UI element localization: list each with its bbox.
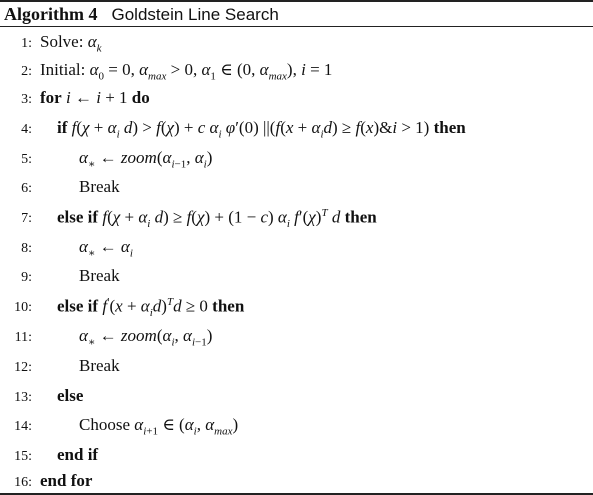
line-number: 10: [14,300,32,315]
line-content: Break [79,177,120,196]
line-number: 8: [21,241,32,256]
line-number: 5: [21,152,32,167]
top-rule [0,0,593,2]
line-number: 9: [21,270,32,285]
line-number: 14: [14,419,32,434]
line-content: for i ← i + 1 do [40,88,150,107]
line-content: end if [57,445,99,464]
line-number: 3: [21,92,32,107]
algorithm-label: Algorithm 4 [4,4,98,24]
line-content: Break [79,356,120,375]
line-number: 12: [14,360,32,375]
line-content: α∗ ← zoom(αi, αi−1) [79,326,213,349]
algorithm-caption: Algorithm 4 Goldstein Line Search [4,3,279,26]
line-content: α∗ ← zoom(αi−1, αi) [79,148,213,171]
algorithm-title: Goldstein Line Search [111,5,279,24]
line-number: 15: [14,449,32,464]
line-number: 6: [21,181,32,196]
line-content: α∗ ← αi [79,237,133,260]
line-number: 7: [21,211,32,226]
line-content: Choose αi+1 ∈ (αi, αmax) [79,415,239,438]
line-content: else [57,386,84,405]
line-number: 16: [14,475,32,490]
line-content: Initial: α0 = 0, αmax > 0, α1 ∈ (0, αmax… [40,60,333,83]
algorithm-block: Algorithm 4 Goldstein Line Search 1: Solv… [0,0,593,495]
line-number: 11: [14,330,32,345]
line-number: 1: [21,36,32,51]
line-number: 13: [14,390,32,405]
line-content: Break [79,266,120,285]
line-number: 4: [21,122,32,137]
line-content: else if f′(x + αid)Td ≥ 0 then [57,296,245,320]
line-content: if f(χ + αi d) > f(χ) + c αi φ′(0) ||(f(… [57,118,466,141]
caption-rule [0,26,593,27]
line-content: end for [40,471,93,490]
line-content: Solve: αk [40,32,102,55]
line-content: else if f(χ + αi d) ≥ f(χ) + (1 − c) αi … [57,207,377,231]
line-number: 2: [21,64,32,79]
